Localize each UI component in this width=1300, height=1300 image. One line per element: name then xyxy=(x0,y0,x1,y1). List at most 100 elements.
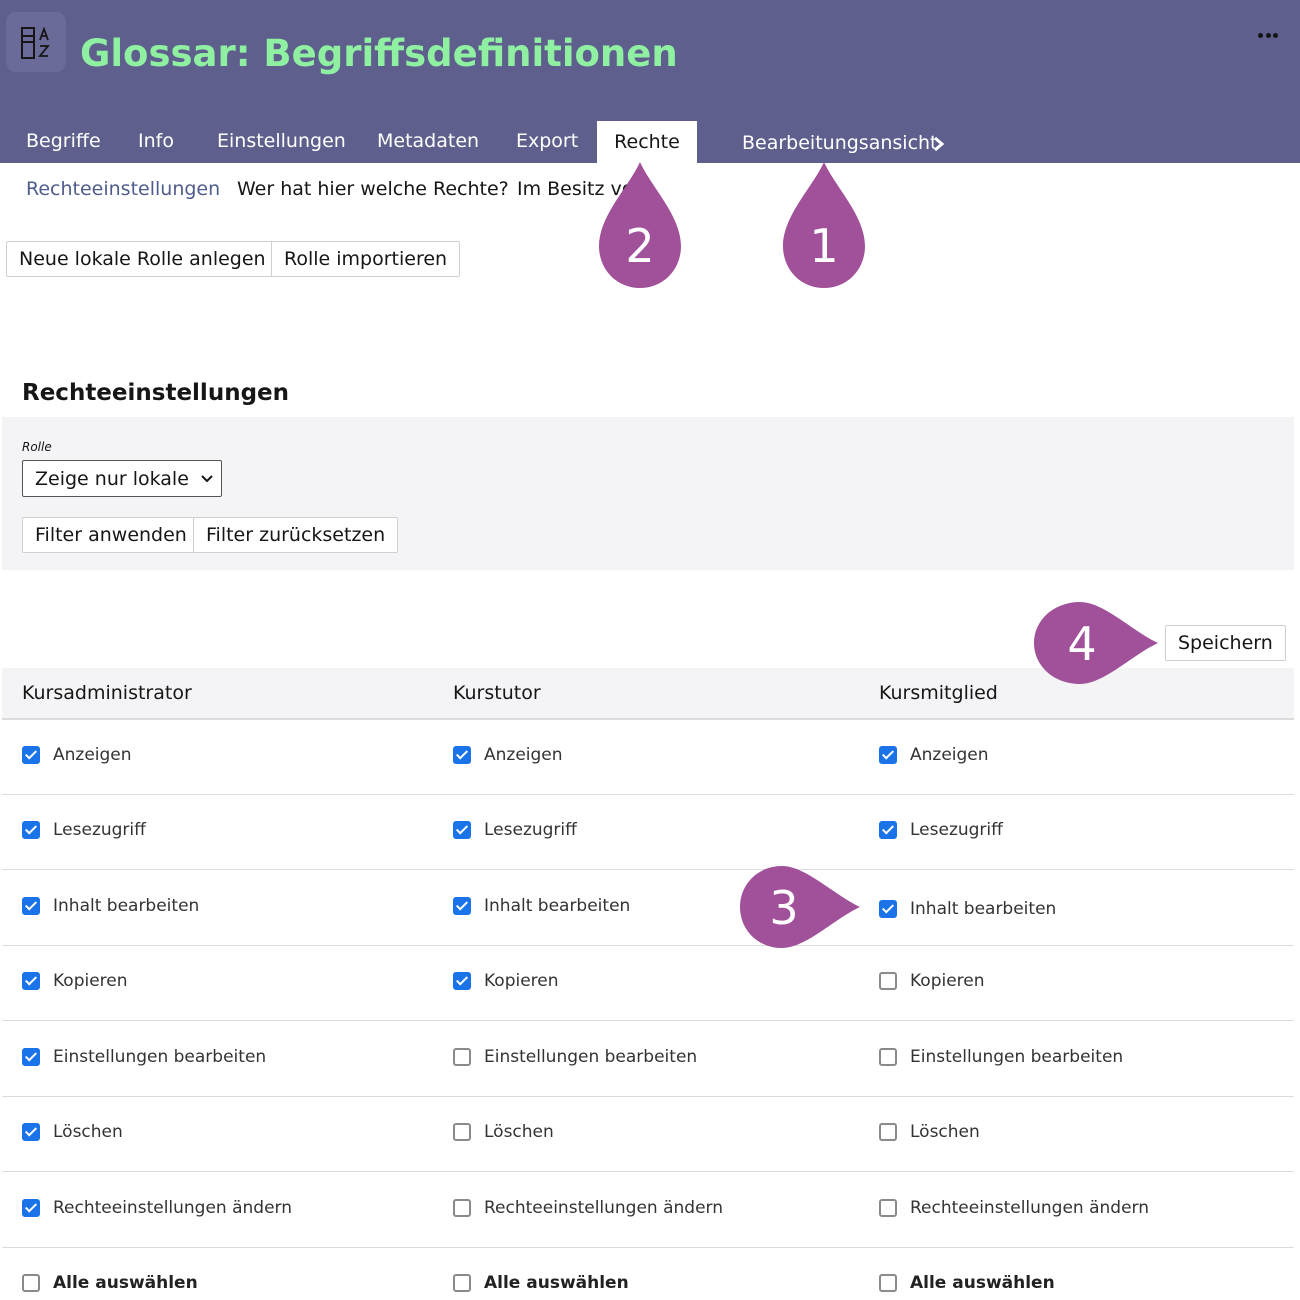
select-all-kursmitglied-checkbox[interactable] xyxy=(879,1274,897,1292)
permission-kurstutor-5-checkbox[interactable] xyxy=(453,1123,471,1141)
tab-info[interactable]: Info xyxy=(138,130,174,152)
marker-4: 4 xyxy=(1034,602,1158,684)
permission-kurstutor-5-cell[interactable]: Löschen xyxy=(453,1120,554,1144)
tab-rechte[interactable]: Rechte xyxy=(597,121,697,163)
permission-kursmitglied-0-checkbox[interactable] xyxy=(879,746,897,764)
permission-kursmitglied-5-checkbox[interactable] xyxy=(879,1123,897,1141)
permission-kursmitglied-3-cell[interactable]: Kopieren xyxy=(879,969,985,993)
row-divider xyxy=(2,1020,1294,1021)
chevron-down-icon xyxy=(201,475,213,483)
permission-kurstutor-3-checkbox[interactable] xyxy=(453,972,471,990)
permission-kursadministrator-5-cell[interactable]: Löschen xyxy=(22,1120,123,1144)
row-divider xyxy=(2,1247,1294,1248)
permission-kursadministrator-4-cell[interactable]: Einstellungen bearbeiten xyxy=(22,1045,266,1069)
column-kursadministrator: Kursadministrator xyxy=(22,682,192,704)
permission-kurstutor-0-label: Anzeigen xyxy=(484,745,563,765)
permission-kurstutor-5-label: Löschen xyxy=(484,1122,554,1142)
permission-kursmitglied-6-checkbox[interactable] xyxy=(879,1199,897,1217)
row-divider xyxy=(2,794,1294,795)
permission-kurstutor-3-cell[interactable]: Kopieren xyxy=(453,969,559,993)
marker-2-label: 2 xyxy=(625,219,654,273)
select-all-kursadministrator-cell[interactable]: Alle auswählen xyxy=(22,1271,198,1295)
marker-3: 3 xyxy=(740,866,860,948)
permission-kursadministrator-0-label: Anzeigen xyxy=(53,745,132,765)
permission-kursmitglied-4-checkbox[interactable] xyxy=(879,1048,897,1066)
select-all-kursadministrator-checkbox[interactable] xyxy=(22,1274,40,1292)
permission-kursadministrator-6-checkbox[interactable] xyxy=(22,1199,40,1217)
permission-kursadministrator-3-cell[interactable]: Kopieren xyxy=(22,969,128,993)
permission-kurstutor-1-cell[interactable]: Lesezugriff xyxy=(453,818,577,842)
permission-kursadministrator-4-checkbox[interactable] xyxy=(22,1048,40,1066)
permission-kursadministrator-0-checkbox[interactable] xyxy=(22,746,40,764)
permission-kursmitglied-0-label: Anzeigen xyxy=(910,745,989,765)
permission-kursmitglied-5-cell[interactable]: Löschen xyxy=(879,1120,980,1144)
permission-kursadministrator-4-label: Einstellungen bearbeiten xyxy=(53,1047,267,1067)
permission-kursadministrator-2-checkbox[interactable] xyxy=(22,897,40,915)
marker-3-label: 3 xyxy=(769,881,798,935)
tab-metadaten[interactable]: Metadaten xyxy=(377,130,479,152)
tab-export[interactable]: Export xyxy=(516,130,578,152)
permission-kursmitglied-4-label: Einstellungen bearbeiten xyxy=(910,1047,1124,1067)
tab-begriffe[interactable]: Begriffe xyxy=(26,130,101,152)
permission-kurstutor-2-checkbox[interactable] xyxy=(453,897,471,915)
reset-filter-button[interactable]: Filter zurücksetzen xyxy=(193,517,399,553)
permission-kursadministrator-1-cell[interactable]: Lesezugriff xyxy=(22,818,146,842)
permission-kursmitglied-4-cell[interactable]: Einstellungen bearbeiten xyxy=(879,1045,1123,1069)
permission-kursmitglied-2-label: Inhalt bearbeiten xyxy=(910,899,1057,919)
import-role-button[interactable]: Rolle importieren xyxy=(271,241,461,277)
tab-einstellungen[interactable]: Einstellungen xyxy=(217,130,346,152)
page-title: Glossar: Begriffsdefinitionen xyxy=(80,32,678,75)
permission-kursadministrator-5-checkbox[interactable] xyxy=(22,1123,40,1141)
row-divider xyxy=(2,1171,1294,1172)
permission-kursmitglied-3-label: Kopieren xyxy=(910,971,985,991)
permission-kursmitglied-0-cell[interactable]: Anzeigen xyxy=(879,743,989,767)
permission-kursadministrator-0-cell[interactable]: Anzeigen xyxy=(22,743,132,767)
new-local-role-button[interactable]: Neue lokale Rolle anlegen xyxy=(6,241,279,277)
select-all-kursadministrator-label: Alle auswählen xyxy=(53,1273,198,1293)
permission-kursmitglied-3-checkbox[interactable] xyxy=(879,972,897,990)
permission-kurstutor-4-cell[interactable]: Einstellungen bearbeiten xyxy=(453,1045,697,1069)
permission-kursmitglied-2-cell[interactable]: Inhalt bearbeiten xyxy=(879,897,1056,921)
select-all-kurstutor-checkbox[interactable] xyxy=(453,1274,471,1292)
select-all-kursmitglied-cell[interactable]: Alle auswählen xyxy=(879,1271,1055,1295)
permission-kurstutor-6-label: Rechteeinstellungen ändern xyxy=(484,1198,724,1218)
permission-kurstutor-4-checkbox[interactable] xyxy=(453,1048,471,1066)
permission-kursmitglied-1-checkbox[interactable] xyxy=(879,821,897,839)
permission-kursadministrator-2-cell[interactable]: Inhalt bearbeiten xyxy=(22,894,199,918)
permission-kurstutor-0-cell[interactable]: Anzeigen xyxy=(453,743,563,767)
permission-kurstutor-3-label: Kopieren xyxy=(484,971,559,991)
permission-kursadministrator-6-cell[interactable]: Rechteeinstellungen ändern xyxy=(22,1196,292,1220)
more-dots-icon[interactable] xyxy=(1258,30,1278,40)
permission-kurstutor-0-checkbox[interactable] xyxy=(453,746,471,764)
permission-kurstutor-6-cell[interactable]: Rechteeinstellungen ändern xyxy=(453,1196,723,1220)
marker-2: 2 xyxy=(599,162,681,288)
marker-4-label: 4 xyxy=(1067,617,1096,671)
permission-kurstutor-1-label: Lesezugriff xyxy=(484,820,577,840)
permission-kursadministrator-1-checkbox[interactable] xyxy=(22,821,40,839)
permission-kursadministrator-5-label: Löschen xyxy=(53,1122,123,1142)
role-filter-select[interactable]: Zeige nur lokale Rollen xyxy=(22,460,222,497)
subtab-wer-hat-rechte[interactable]: Wer hat hier welche Rechte? xyxy=(237,178,509,200)
select-all-kurstutor-label: Alle auswählen xyxy=(484,1273,629,1293)
role-filter-label: Rolle xyxy=(22,440,52,454)
permission-kurstutor-6-checkbox[interactable] xyxy=(453,1199,471,1217)
column-kurstutor: Kurstutor xyxy=(453,682,541,704)
permission-kursmitglied-6-label: Rechteeinstellungen ändern xyxy=(910,1198,1150,1218)
permission-kursadministrator-1-label: Lesezugriff xyxy=(53,820,146,840)
subtab-rechteeinstellungen[interactable]: Rechteeinstellungen xyxy=(26,178,220,200)
permission-kursmitglied-2-checkbox[interactable] xyxy=(879,900,897,918)
marker-1-label: 1 xyxy=(809,219,838,273)
edit-view-label: Bearbeitungsansicht xyxy=(742,132,938,154)
permission-kurstutor-1-checkbox[interactable] xyxy=(453,821,471,839)
permission-kursadministrator-3-checkbox[interactable] xyxy=(22,972,40,990)
apply-filter-button[interactable]: Filter anwenden xyxy=(22,517,200,553)
select-all-kurstutor-cell[interactable]: Alle auswählen xyxy=(453,1271,629,1295)
chevron-right-icon xyxy=(934,136,945,152)
permission-kursadministrator-2-label: Inhalt bearbeiten xyxy=(53,896,200,916)
save-button[interactable]: Speichern xyxy=(1165,625,1286,661)
permission-kursmitglied-6-cell[interactable]: Rechteeinstellungen ändern xyxy=(879,1196,1149,1220)
role-filter-value: Zeige nur lokale Rollen xyxy=(35,468,195,490)
permission-kurstutor-2-label: Inhalt bearbeiten xyxy=(484,896,631,916)
permission-kursmitglied-1-cell[interactable]: Lesezugriff xyxy=(879,818,1003,842)
permission-kurstutor-2-cell[interactable]: Inhalt bearbeiten xyxy=(453,894,630,918)
